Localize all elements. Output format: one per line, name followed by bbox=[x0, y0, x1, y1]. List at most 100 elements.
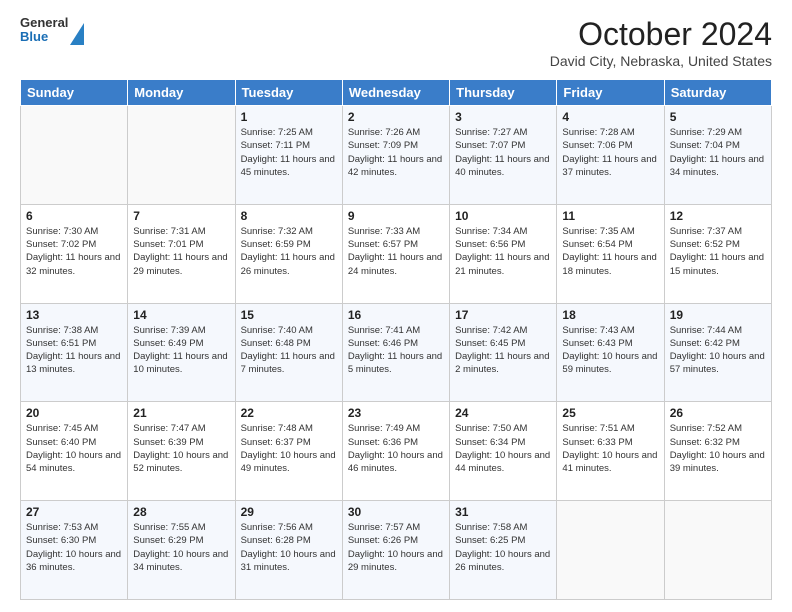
col-header-tuesday: Tuesday bbox=[235, 80, 342, 106]
calendar-cell: 15 Sunrise: 7:40 AMSunset: 6:48 PMDayligh… bbox=[235, 303, 342, 402]
day-detail: Sunrise: 7:51 AMSunset: 6:33 PMDaylight:… bbox=[562, 422, 658, 475]
day-number: 12 bbox=[670, 209, 766, 223]
calendar-cell: 17 Sunrise: 7:42 AMSunset: 6:45 PMDayligh… bbox=[450, 303, 557, 402]
col-header-monday: Monday bbox=[128, 80, 235, 106]
day-number: 10 bbox=[455, 209, 551, 223]
calendar-cell: 14Sunrise: 7:39 AMSunset: 6:49 PMDayligh… bbox=[128, 303, 235, 402]
calendar-cell: 30 Sunrise: 7:57 AMSunset: 6:26 PMDayligh… bbox=[342, 501, 449, 600]
calendar-cell: 9Sunrise: 7:33 AMSunset: 6:57 PMDaylight… bbox=[342, 204, 449, 303]
day-number: 5 bbox=[670, 110, 766, 124]
day-number: 29 bbox=[241, 505, 337, 519]
day-number: 13 bbox=[26, 308, 122, 322]
day-detail: Sunrise: 7:42 AMSunset: 6:45 PMDaylight:… bbox=[455, 324, 551, 377]
day-detail: Sunrise: 7:40 AMSunset: 6:48 PMDaylight:… bbox=[241, 324, 337, 377]
day-number: 7 bbox=[133, 209, 229, 223]
day-detail: Sunrise: 7:57 AMSunset: 6:26 PMDaylight:… bbox=[348, 521, 444, 574]
calendar-cell: 21Sunrise: 7:47 AMSunset: 6:39 PMDayligh… bbox=[128, 402, 235, 501]
day-number: 15 bbox=[241, 308, 337, 322]
col-header-friday: Friday bbox=[557, 80, 664, 106]
day-detail: Sunrise: 7:31 AMSunset: 7:01 PMDaylight:… bbox=[133, 225, 229, 278]
day-detail: Sunrise: 7:49 AMSunset: 6:36 PMDaylight:… bbox=[348, 422, 444, 475]
col-header-thursday: Thursday bbox=[450, 80, 557, 106]
day-number: 11 bbox=[562, 209, 658, 223]
day-detail: Sunrise: 7:29 AMSunset: 7:04 PMDaylight:… bbox=[670, 126, 766, 179]
calendar-cell: 2Sunrise: 7:26 AMSunset: 7:09 PMDaylight… bbox=[342, 106, 449, 205]
col-header-saturday: Saturday bbox=[664, 80, 771, 106]
day-detail: Sunrise: 7:48 AMSunset: 6:37 PMDaylight:… bbox=[241, 422, 337, 475]
calendar-cell: 1 Sunrise: 7:25 AMSunset: 7:11 PMDaylight… bbox=[235, 106, 342, 205]
page-title: October 2024 bbox=[550, 16, 772, 53]
day-detail: Sunrise: 7:56 AMSunset: 6:28 PMDaylight:… bbox=[241, 521, 337, 574]
day-number: 16 bbox=[348, 308, 444, 322]
calendar-cell: 12 Sunrise: 7:37 AMSunset: 6:52 PMDayligh… bbox=[664, 204, 771, 303]
calendar-cell: 26 Sunrise: 7:52 AMSunset: 6:32 PMDayligh… bbox=[664, 402, 771, 501]
day-number: 8 bbox=[241, 209, 337, 223]
day-number: 4 bbox=[562, 110, 658, 124]
day-number: 1 bbox=[241, 110, 337, 124]
day-detail: Sunrise: 7:27 AMSunset: 7:07 PMDaylight:… bbox=[455, 126, 551, 179]
calendar-cell: 4 Sunrise: 7:28 AMSunset: 7:06 PMDaylight… bbox=[557, 106, 664, 205]
day-number: 9 bbox=[348, 209, 444, 223]
page-subtitle: David City, Nebraska, United States bbox=[550, 53, 772, 69]
logo-blue: Blue bbox=[20, 30, 68, 44]
col-header-wednesday: Wednesday bbox=[342, 80, 449, 106]
day-detail: Sunrise: 7:44 AMSunset: 6:42 PMDaylight:… bbox=[670, 324, 766, 377]
title-block: October 2024 David City, Nebraska, Unite… bbox=[550, 16, 772, 69]
day-number: 23 bbox=[348, 406, 444, 420]
day-detail: Sunrise: 7:38 AMSunset: 6:51 PMDaylight:… bbox=[26, 324, 122, 377]
day-detail: Sunrise: 7:43 AMSunset: 6:43 PMDaylight:… bbox=[562, 324, 658, 377]
week-row-3: 13 Sunrise: 7:38 AMSunset: 6:51 PMDayligh… bbox=[21, 303, 772, 402]
day-number: 2 bbox=[348, 110, 444, 124]
calendar-cell bbox=[21, 106, 128, 205]
calendar-cell: 22Sunrise: 7:48 AMSunset: 6:37 PMDayligh… bbox=[235, 402, 342, 501]
day-detail: Sunrise: 7:32 AMSunset: 6:59 PMDaylight:… bbox=[241, 225, 337, 278]
day-number: 19 bbox=[670, 308, 766, 322]
day-detail: Sunrise: 7:37 AMSunset: 6:52 PMDaylight:… bbox=[670, 225, 766, 278]
calendar-cell: 11Sunrise: 7:35 AMSunset: 6:54 PMDayligh… bbox=[557, 204, 664, 303]
logo-general: General bbox=[20, 16, 68, 30]
day-number: 6 bbox=[26, 209, 122, 223]
calendar-cell: 5 Sunrise: 7:29 AMSunset: 7:04 PMDaylight… bbox=[664, 106, 771, 205]
day-detail: Sunrise: 7:58 AMSunset: 6:25 PMDaylight:… bbox=[455, 521, 551, 574]
day-detail: Sunrise: 7:25 AMSunset: 7:11 PMDaylight:… bbox=[241, 126, 337, 179]
calendar-cell: 16 Sunrise: 7:41 AMSunset: 6:46 PMDayligh… bbox=[342, 303, 449, 402]
calendar-cell: 18Sunrise: 7:43 AMSunset: 6:43 PMDayligh… bbox=[557, 303, 664, 402]
day-number: 28 bbox=[133, 505, 229, 519]
day-detail: Sunrise: 7:50 AMSunset: 6:34 PMDaylight:… bbox=[455, 422, 551, 475]
week-row-1: 1 Sunrise: 7:25 AMSunset: 7:11 PMDaylight… bbox=[21, 106, 772, 205]
calendar-table: SundayMondayTuesdayWednesdayThursdayFrid… bbox=[20, 79, 772, 600]
day-number: 3 bbox=[455, 110, 551, 124]
day-number: 20 bbox=[26, 406, 122, 420]
header: General Blue October 2024 David City, Ne… bbox=[20, 16, 772, 69]
day-detail: Sunrise: 7:52 AMSunset: 6:32 PMDaylight:… bbox=[670, 422, 766, 475]
day-detail: Sunrise: 7:45 AMSunset: 6:40 PMDaylight:… bbox=[26, 422, 122, 475]
week-row-5: 27Sunrise: 7:53 AMSunset: 6:30 PMDayligh… bbox=[21, 501, 772, 600]
col-header-sunday: Sunday bbox=[21, 80, 128, 106]
day-number: 24 bbox=[455, 406, 551, 420]
calendar-cell bbox=[557, 501, 664, 600]
day-detail: Sunrise: 7:28 AMSunset: 7:06 PMDaylight:… bbox=[562, 126, 658, 179]
day-number: 26 bbox=[670, 406, 766, 420]
calendar-cell: 7 Sunrise: 7:31 AMSunset: 7:01 PMDaylight… bbox=[128, 204, 235, 303]
day-number: 17 bbox=[455, 308, 551, 322]
calendar-cell: 8 Sunrise: 7:32 AMSunset: 6:59 PMDaylight… bbox=[235, 204, 342, 303]
logo: General Blue bbox=[20, 16, 84, 45]
calendar-cell: 27Sunrise: 7:53 AMSunset: 6:30 PMDayligh… bbox=[21, 501, 128, 600]
day-number: 27 bbox=[26, 505, 122, 519]
logo-text: General Blue bbox=[20, 16, 68, 45]
logo-triangle-icon bbox=[70, 23, 84, 45]
calendar-cell: 24 Sunrise: 7:50 AMSunset: 6:34 PMDayligh… bbox=[450, 402, 557, 501]
calendar-cell: 13 Sunrise: 7:38 AMSunset: 6:51 PMDayligh… bbox=[21, 303, 128, 402]
calendar-cell: 23 Sunrise: 7:49 AMSunset: 6:36 PMDayligh… bbox=[342, 402, 449, 501]
calendar-cell: 20 Sunrise: 7:45 AMSunset: 6:40 PMDayligh… bbox=[21, 402, 128, 501]
day-number: 30 bbox=[348, 505, 444, 519]
calendar-header-row: SundayMondayTuesdayWednesdayThursdayFrid… bbox=[21, 80, 772, 106]
calendar-cell: 29 Sunrise: 7:56 AMSunset: 6:28 PMDayligh… bbox=[235, 501, 342, 600]
day-detail: Sunrise: 7:41 AMSunset: 6:46 PMDaylight:… bbox=[348, 324, 444, 377]
page: General Blue October 2024 David City, Ne… bbox=[0, 0, 792, 612]
day-number: 14 bbox=[133, 308, 229, 322]
calendar-cell: 10Sunrise: 7:34 AMSunset: 6:56 PMDayligh… bbox=[450, 204, 557, 303]
week-row-4: 20 Sunrise: 7:45 AMSunset: 6:40 PMDayligh… bbox=[21, 402, 772, 501]
calendar-cell: 6Sunrise: 7:30 AMSunset: 7:02 PMDaylight… bbox=[21, 204, 128, 303]
calendar-cell: 28Sunrise: 7:55 AMSunset: 6:29 PMDayligh… bbox=[128, 501, 235, 600]
